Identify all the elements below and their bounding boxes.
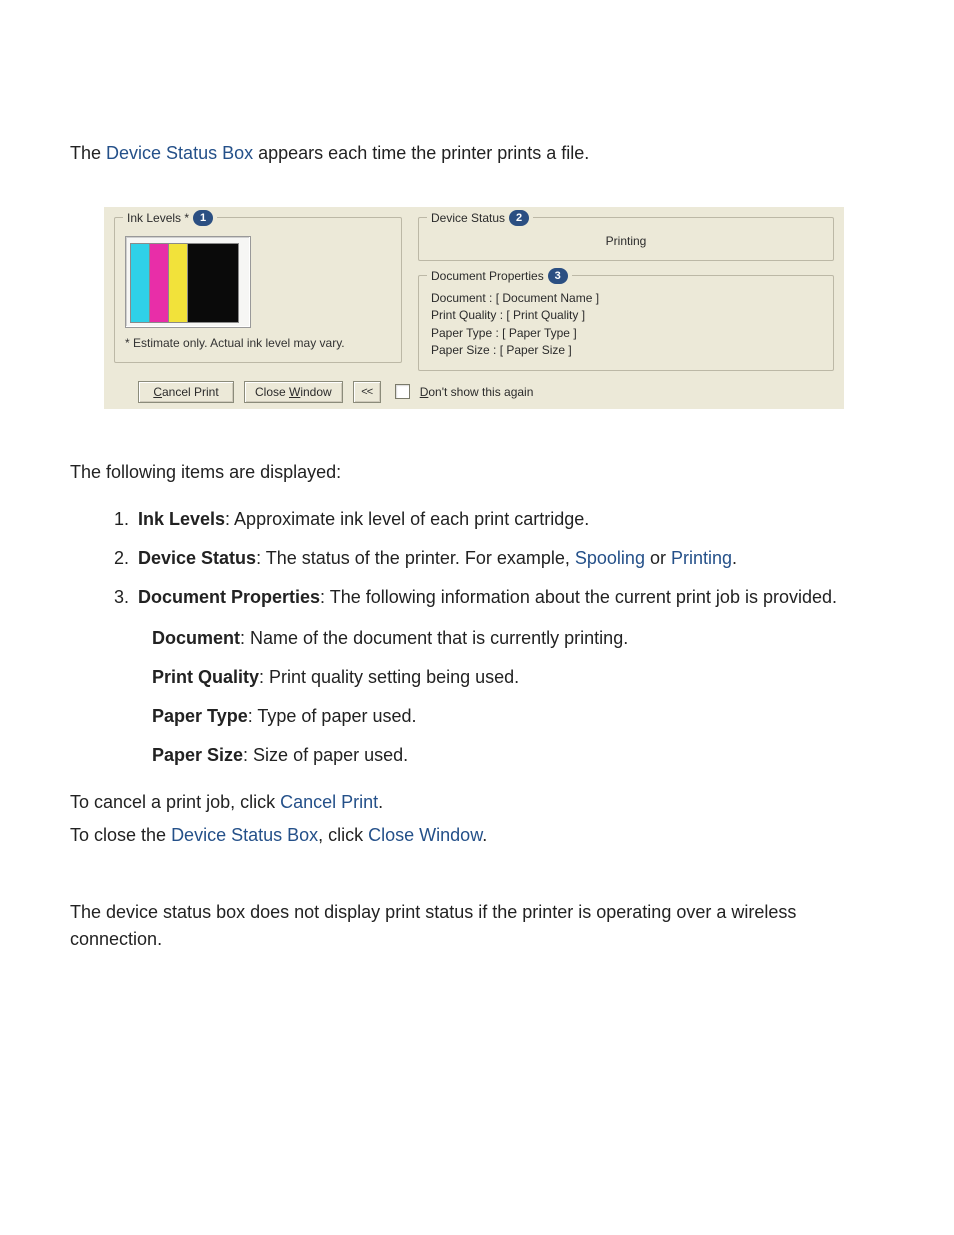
cancel-print-accel: C	[153, 385, 162, 399]
cancel-print-link[interactable]: Cancel Print	[280, 792, 378, 812]
device-status-term: Device Status	[138, 548, 256, 568]
sub-print-quality-term: Print Quality	[152, 667, 259, 687]
close-instruction-pre: To close the	[70, 825, 171, 845]
ink-estimate-note: * Estimate only. Actual ink level may va…	[125, 334, 391, 352]
device-status-desc-pre: : The status of the printer. For example…	[256, 548, 575, 568]
dialog-body: Ink Levels * 1 * Estimate only. Actual i…	[104, 207, 844, 409]
device-status-group: Device Status 2 Printing	[418, 217, 834, 261]
document-properties-desc: : The following information about the cu…	[320, 587, 837, 607]
intro-text-after: appears each time the printer prints a f…	[258, 143, 589, 163]
device-status-value: Printing	[429, 232, 823, 250]
cancel-print-rest: ancel Print	[162, 385, 219, 399]
ink-levels-desc: : Approximate ink level of each print ca…	[225, 509, 589, 529]
close-instruction-post: .	[482, 825, 487, 845]
close-instruction: To close the Device Status Box, click Cl…	[70, 822, 884, 849]
sub-paper-type-desc: : Type of paper used.	[248, 706, 417, 726]
doc-row-print-quality: Print Quality : [ Print Quality ]	[431, 307, 821, 324]
sub-print-quality: Print Quality: Print quality setting bei…	[152, 664, 884, 691]
intro-paragraph: The Device Status Box appears each time …	[70, 140, 884, 167]
close-window-rest: indow	[300, 385, 331, 399]
close-window-button[interactable]: Close Window	[244, 381, 343, 403]
ink-levels-legend: Ink Levels * 1	[123, 209, 217, 227]
device-status-desc-post: .	[732, 548, 737, 568]
device-status-box-link[interactable]: Device Status Box	[106, 143, 253, 163]
explanation-lead: The following items are displayed:	[70, 459, 884, 486]
close-instruction-mid: , click	[318, 825, 368, 845]
list-item-device-status: Device Status: The status of the printer…	[134, 545, 884, 572]
doc-row-paper-type: Paper Type : [ Paper Type ]	[431, 325, 821, 342]
dont-show-again-checkbox[interactable]	[395, 384, 410, 399]
dialog-right-column: Device Status 2 Printing Document Proper…	[418, 217, 834, 371]
document-properties-legend-text: Document Properties	[431, 267, 544, 285]
printing-link[interactable]: Printing	[671, 548, 732, 568]
document-properties-term: Document Properties	[138, 587, 320, 607]
spooling-link[interactable]: Spooling	[575, 548, 645, 568]
list-item-ink-levels: Ink Levels: Approximate ink level of eac…	[134, 506, 884, 533]
device-status-legend-text: Device Status	[431, 209, 505, 227]
dont-show-again-rest: on't show this again	[428, 385, 533, 399]
device-status-legend: Device Status 2	[427, 209, 533, 227]
ink-gauge	[125, 236, 251, 328]
doc-row-document: Document : [ Document Name ]	[431, 290, 821, 307]
dialog-top-row: Ink Levels * 1 * Estimate only. Actual i…	[114, 217, 834, 371]
dialog-bottom-row: Cancel Print Close Window << Don't show …	[114, 381, 834, 403]
ink-levels-term: Ink Levels	[138, 509, 225, 529]
doc-row-paper-size: Paper Size : [ Paper Size ]	[431, 342, 821, 359]
device-status-desc-mid: or	[645, 548, 671, 568]
cancel-print-button[interactable]: Cancel Print	[138, 381, 234, 403]
ink-levels-legend-text: Ink Levels *	[127, 209, 189, 227]
explanation-list: Ink Levels: Approximate ink level of eac…	[106, 506, 884, 769]
close-window-pre: Close	[255, 385, 289, 399]
sub-document: Document: Name of the document that is c…	[152, 625, 884, 652]
intro-text-before: The	[70, 143, 106, 163]
document-properties-sublist: Document: Name of the document that is c…	[152, 625, 884, 769]
document-properties-legend: Document Properties 3	[427, 267, 572, 285]
list-item-document-properties: Document Properties: The following infor…	[134, 584, 884, 769]
ink-bar-magenta	[149, 243, 169, 323]
document-properties-group: Document Properties 3 Document : [ Docum…	[418, 275, 834, 371]
sub-paper-type-term: Paper Type	[152, 706, 248, 726]
ink-bar-yellow	[168, 243, 188, 323]
sub-paper-size-term: Paper Size	[152, 745, 243, 765]
sub-paper-type: Paper Type: Type of paper used.	[152, 703, 884, 730]
explanation-section: The following items are displayed: Ink L…	[70, 459, 884, 769]
sub-print-quality-desc: : Print quality setting being used.	[259, 667, 519, 687]
callout-2-icon: 2	[509, 210, 529, 226]
cancel-instruction-pre: To cancel a print job, click	[70, 792, 280, 812]
collapse-button[interactable]: <<	[353, 381, 381, 403]
device-status-dialog: Ink Levels * 1 * Estimate only. Actual i…	[104, 207, 844, 409]
callout-3-icon: 3	[548, 268, 568, 284]
device-status-box-link-2[interactable]: Device Status Box	[171, 825, 318, 845]
sub-paper-size: Paper Size: Size of paper used.	[152, 742, 884, 769]
sub-paper-size-desc: : Size of paper used.	[243, 745, 408, 765]
page-content: The Device Status Box appears each time …	[0, 0, 954, 1013]
ink-levels-group: Ink Levels * 1 * Estimate only. Actual i…	[114, 217, 402, 363]
cancel-instruction: To cancel a print job, click Cancel Prin…	[70, 789, 884, 816]
callout-1-icon: 1	[193, 210, 213, 226]
wireless-note: The device status box does not display p…	[70, 899, 884, 953]
dont-show-again-label[interactable]: Don't show this again	[420, 383, 534, 401]
close-window-accel: W	[289, 385, 300, 399]
ink-bar-black	[187, 243, 239, 323]
sub-document-term: Document	[152, 628, 240, 648]
cancel-instruction-post: .	[378, 792, 383, 812]
sub-document-desc: : Name of the document that is currently…	[240, 628, 628, 648]
close-window-link[interactable]: Close Window	[368, 825, 482, 845]
ink-bar-cyan	[130, 243, 150, 323]
